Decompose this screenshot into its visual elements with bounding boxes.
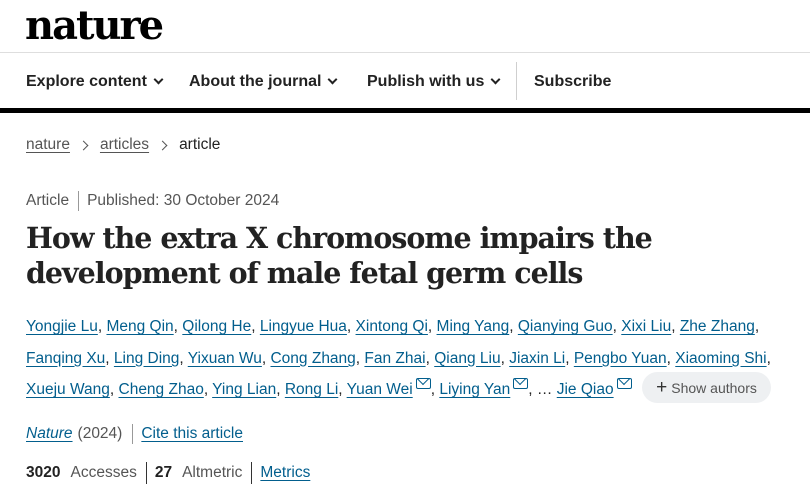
author-link[interactable]: Pengbo Yuan (574, 350, 667, 367)
chevron-down-icon (153, 74, 164, 85)
email-icon[interactable] (616, 378, 632, 389)
author-link[interactable]: Fanqing Xu (26, 350, 105, 367)
author-link[interactable]: Qilong He (182, 318, 251, 335)
article-meta: Article Published: 30 October 2024 (26, 190, 279, 212)
email-icon[interactable] (415, 378, 431, 389)
article-metrics: 3020 Accesses 27 Altmetric Metrics (26, 462, 310, 484)
author-link[interactable]: Meng Qin (106, 318, 173, 335)
chevron-down-icon (327, 74, 338, 85)
cite-article-link[interactable]: Cite this article (141, 425, 243, 443)
nav-about-label: About the journal (189, 72, 322, 90)
accesses-label: Accesses (70, 464, 137, 481)
show-authors-button[interactable]: + Show authors (642, 372, 771, 403)
author-link[interactable]: Xiaoming Shi (675, 350, 766, 367)
nav-publish-with-us[interactable]: Publish with us (367, 54, 501, 109)
chevron-right-icon (157, 140, 168, 150)
author-link[interactable]: Xixi Liu (621, 318, 671, 335)
nav-divider (516, 62, 517, 100)
author-link[interactable]: Zhe Zhang (680, 318, 755, 335)
breadcrumb: nature articles article (26, 134, 220, 156)
author-link[interactable]: Jie Qiao (557, 381, 614, 398)
article-type: Article (26, 192, 70, 209)
nature-logo[interactable]: nature (25, 2, 164, 50)
metrics-link[interactable]: Metrics (260, 464, 310, 482)
breadcrumb-section[interactable]: articles (100, 136, 149, 154)
author-link[interactable]: Fan Zhai (364, 350, 425, 367)
altmetric-score: 27 (154, 464, 173, 481)
nav-about-journal[interactable]: About the journal (189, 54, 338, 109)
author-link[interactable]: Liying Yan (439, 381, 510, 398)
email-icon[interactable] (513, 378, 529, 389)
altmetric-label: Altmetric (182, 464, 243, 481)
chevron-down-icon (490, 74, 501, 85)
publication-year: (2024) (77, 425, 123, 442)
nav-subscribe[interactable]: Subscribe (534, 54, 611, 109)
nav-explore-label: Explore content (26, 72, 147, 90)
breadcrumb-current: article (179, 136, 221, 153)
author-link[interactable]: Qiang Liu (434, 350, 500, 367)
author-link[interactable]: Cheng Zhao (119, 381, 204, 398)
author-ellipsis: … (536, 381, 553, 398)
journal-link[interactable]: Nature (26, 425, 73, 443)
author-link[interactable]: Lingyue Hua (260, 318, 347, 335)
nav-explore-content[interactable]: Explore content (26, 54, 164, 109)
metrics-divider (145, 462, 147, 484)
author-link[interactable]: Cong Zhang (270, 350, 355, 367)
author-link[interactable]: Xintong Qi (356, 318, 428, 335)
breadcrumb-home[interactable]: nature (26, 136, 70, 154)
author-link[interactable]: Yuan Wei (347, 381, 413, 398)
author-link[interactable]: Yixuan Wu (188, 350, 262, 367)
main-nav: Explore content About the journal Publis… (0, 54, 810, 109)
author-link[interactable]: Xueju Wang (26, 381, 110, 398)
author-link[interactable]: Ying Lian (212, 381, 276, 398)
nav-subscribe-label: Subscribe (534, 72, 612, 90)
logo-bar: nature (0, 0, 810, 53)
author-link[interactable]: Ling Ding (114, 350, 180, 367)
article-title: How the extra X chromosome impairs the d… (26, 221, 653, 290)
show-authors-label: Show authors (671, 379, 757, 396)
publish-date: Published: 30 October 2024 (87, 192, 280, 209)
citation-line: Nature (2024) Cite this article (26, 423, 243, 445)
author-link[interactable]: Rong Li (285, 381, 338, 398)
author-link[interactable]: Ming Yang (437, 318, 510, 335)
chevron-right-icon (78, 140, 89, 150)
nav-publish-label: Publish with us (367, 72, 485, 90)
author-link[interactable]: Yongjie Lu (26, 318, 98, 335)
metrics-divider (251, 462, 253, 484)
author-link[interactable]: Qianying Guo (518, 318, 613, 335)
author-link[interactable]: Jiaxin Li (509, 350, 565, 367)
citation-divider (132, 424, 134, 444)
accesses-count: 3020 (26, 464, 61, 481)
meta-divider (78, 191, 80, 211)
plus-icon: + (656, 376, 668, 398)
nav-rule (0, 108, 810, 113)
